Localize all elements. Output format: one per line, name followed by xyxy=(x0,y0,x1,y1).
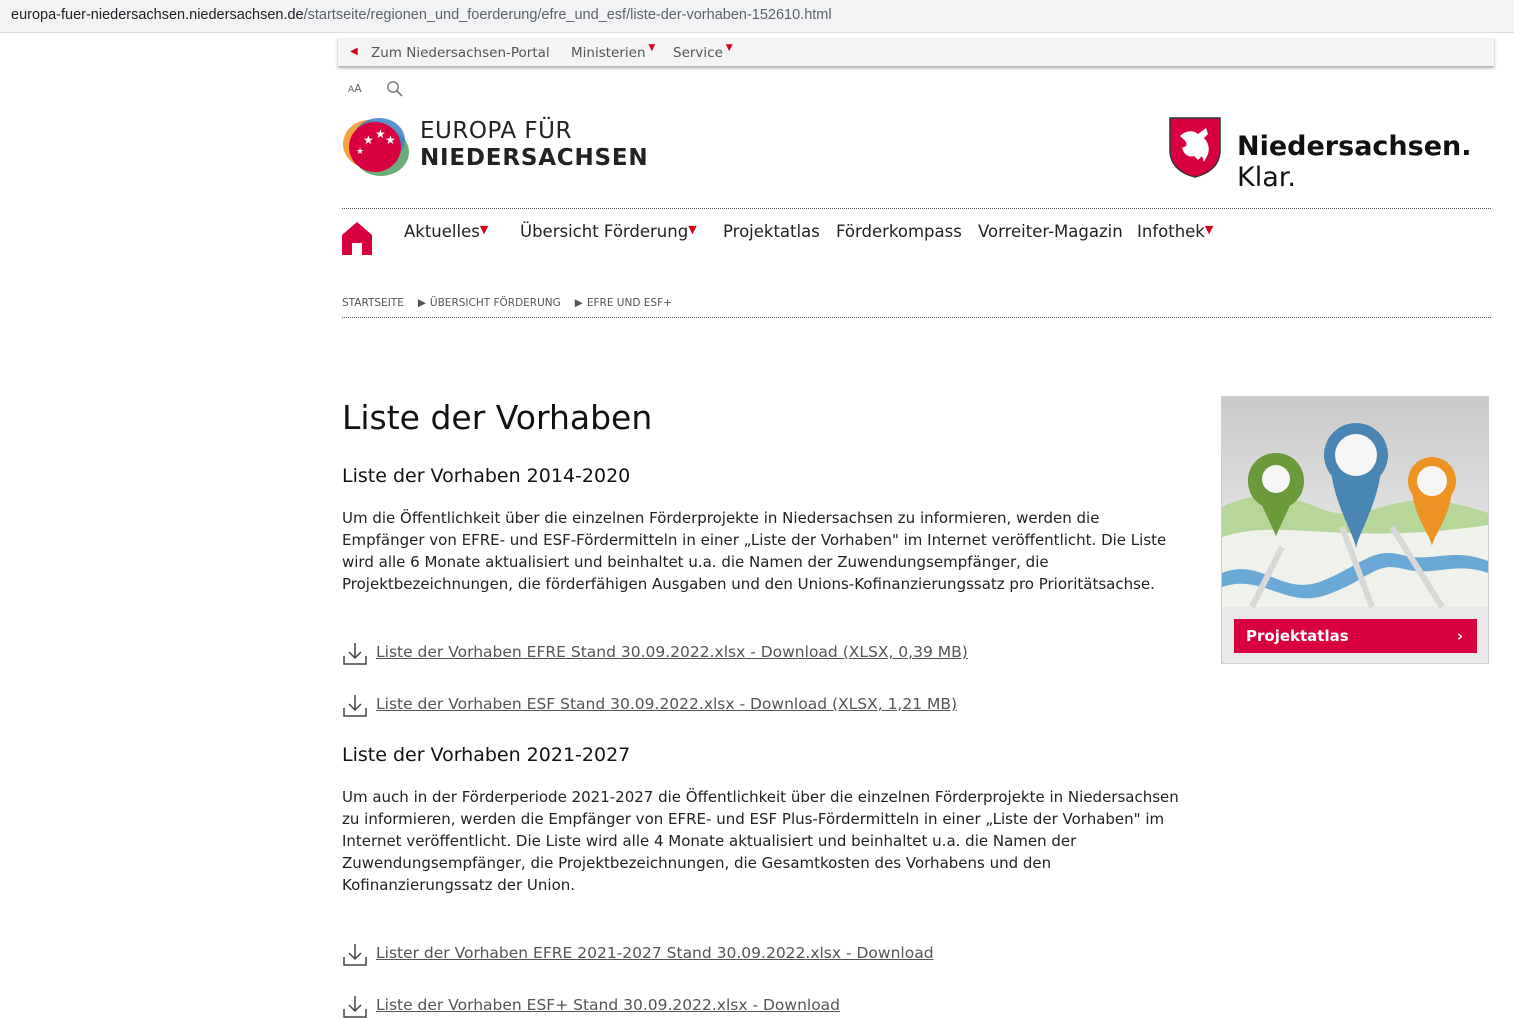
projektatlas-button-label: Projektatlas xyxy=(1246,627,1349,645)
caret-down-icon: ▼ xyxy=(722,43,733,53)
nav-infothek[interactable]: Infothek▼ xyxy=(1137,222,1213,241)
section-heading-2014-2020: Liste der Vorhaben 2014-2020 xyxy=(342,465,631,487)
download-icon xyxy=(343,643,367,665)
breadcrumb-separator-icon: ▶ xyxy=(417,297,426,309)
caret-down-icon: ▼ xyxy=(479,223,489,236)
nav-vorreiter-magazin[interactable]: Vorreiter-Magazin xyxy=(978,222,1123,241)
url-path: /startseite/regionen_und_foerderung/efre… xyxy=(303,7,832,23)
nav-label: Aktuelles xyxy=(404,222,480,241)
service-menu[interactable]: Service ▼ xyxy=(673,43,733,61)
download-link-efre-2021[interactable]: Lister der Vorhaben EFRE 2021-2027 Stand… xyxy=(376,944,934,962)
page-title: Liste der Vorhaben xyxy=(342,398,653,437)
nav-projektatlas[interactable]: Projektatlas xyxy=(723,222,820,241)
service-label: Service xyxy=(673,45,723,61)
caret-down-icon: ▼ xyxy=(645,43,656,53)
logo-text-line1: EUROPA FÜR xyxy=(420,118,572,144)
breadcrumb: STARTSEITE ▶ ÜBERSICHT FÖRDERUNG ▶ EFRE UND … xyxy=(342,297,686,309)
paragraph-line: Projektbezeichnungen, die förderfähigen … xyxy=(342,575,1155,593)
ministerien-menu[interactable]: Ministerien ▼ xyxy=(571,43,656,61)
download-icon xyxy=(343,944,367,966)
nav-uebersicht-foerderung[interactable]: Übersicht Förderung▼ xyxy=(520,222,697,241)
nav-aktuelles[interactable]: Aktuelles▼ xyxy=(404,222,488,241)
wordmark-bold: Niedersachsen. xyxy=(1237,131,1472,162)
caret-down-icon: ▼ xyxy=(1204,223,1214,236)
section-heading-2021-2027: Liste der Vorhaben 2021-2027 xyxy=(342,744,631,766)
paragraph-line: Kofinanzierungssatz der Union. xyxy=(342,876,576,894)
paragraph-line: Um auch in der Förderperiode 2021-2027 d… xyxy=(342,788,1179,806)
download-link-esf-2021[interactable]: Liste der Vorhaben ESF+ Stand 30.09.2022… xyxy=(376,996,840,1014)
font-size-large-a: A xyxy=(354,82,362,95)
wordmark-light: Klar. xyxy=(1237,162,1296,193)
nav-label: Infothek xyxy=(1137,222,1205,241)
service-bar: ◀ Zum Niedersachsen-Portal Ministerien ▼… xyxy=(338,38,1494,66)
breadcrumb-uebersicht[interactable]: ÜBERSICHT FÖRDERUNG xyxy=(430,297,561,309)
paragraph-line: wird alle 6 Monate aktualisiert und bein… xyxy=(342,553,1049,571)
projektatlas-teaser[interactable]: Projektatlas › xyxy=(1221,396,1489,664)
home-icon[interactable] xyxy=(342,221,372,255)
paragraph-line: Internet veröffentlicht. Die Liste wird … xyxy=(342,832,1077,850)
paragraph-line: Empfänger von EFRE- und ESF-Fördermittel… xyxy=(342,531,1167,549)
ministerien-label: Ministerien xyxy=(571,45,646,61)
section-paragraph-2021-2027: Um auch in der Förderperiode 2021-2027 d… xyxy=(342,786,1202,896)
breadcrumb-efre-esf: EFRE UND ESF+ xyxy=(586,297,672,309)
download-link-efre-2014[interactable]: Liste der Vorhaben EFRE Stand 30.09.2022… xyxy=(376,643,968,661)
search-icon[interactable] xyxy=(386,80,404,98)
triangle-left-icon: ◀ xyxy=(350,46,358,57)
download-link-esf-2014[interactable]: Liste der Vorhaben ESF Stand 30.09.2022.… xyxy=(376,695,957,713)
europa-logo-icon[interactable]: ★ ★ ★ ★ xyxy=(341,114,413,180)
niedersachsen-horse-icon[interactable] xyxy=(1168,116,1222,178)
svg-text:★: ★ xyxy=(363,133,374,147)
address-bar[interactable]: europa-fuer-niedersachsen.niedersachsen.… xyxy=(0,0,1514,33)
chevron-right-icon: › xyxy=(1456,627,1463,645)
download-icon xyxy=(343,996,367,1018)
svg-text:★: ★ xyxy=(385,133,396,147)
logo-text-line2: NIEDERSACHSEN xyxy=(420,145,649,171)
divider xyxy=(342,208,1491,209)
paragraph-line: zu informieren, werden die Empfänger von… xyxy=(342,810,1165,828)
nav-foerderkompass[interactable]: Förderkompass xyxy=(836,222,962,241)
download-icon xyxy=(343,695,367,717)
breadcrumb-separator-icon: ▶ xyxy=(574,297,583,309)
caret-down-icon: ▼ xyxy=(688,223,697,236)
svg-text:★: ★ xyxy=(356,147,364,157)
projektatlas-button[interactable]: Projektatlas › xyxy=(1234,619,1477,653)
paragraph-line: Um die Öffentlichkeit über die einzelnen… xyxy=(342,509,1100,527)
font-size-toggle[interactable]: AA xyxy=(348,82,362,95)
portal-link[interactable]: Zum Niedersachsen-Portal xyxy=(371,45,550,61)
nav-label: Übersicht Förderung xyxy=(520,222,689,241)
section-paragraph-2014-2020: Um die Öffentlichkeit über die einzelnen… xyxy=(342,507,1202,595)
paragraph-line: Zuwendungsempfänger, die Projektbezeichn… xyxy=(342,854,1052,872)
url-host: europa-fuer-niedersachsen.niedersachsen.… xyxy=(11,7,304,23)
divider xyxy=(342,317,1491,318)
breadcrumb-startseite[interactable]: STARTSEITE xyxy=(342,297,404,309)
niedersachsen-wordmark: Niedersachsen. Klar. xyxy=(1237,131,1514,193)
